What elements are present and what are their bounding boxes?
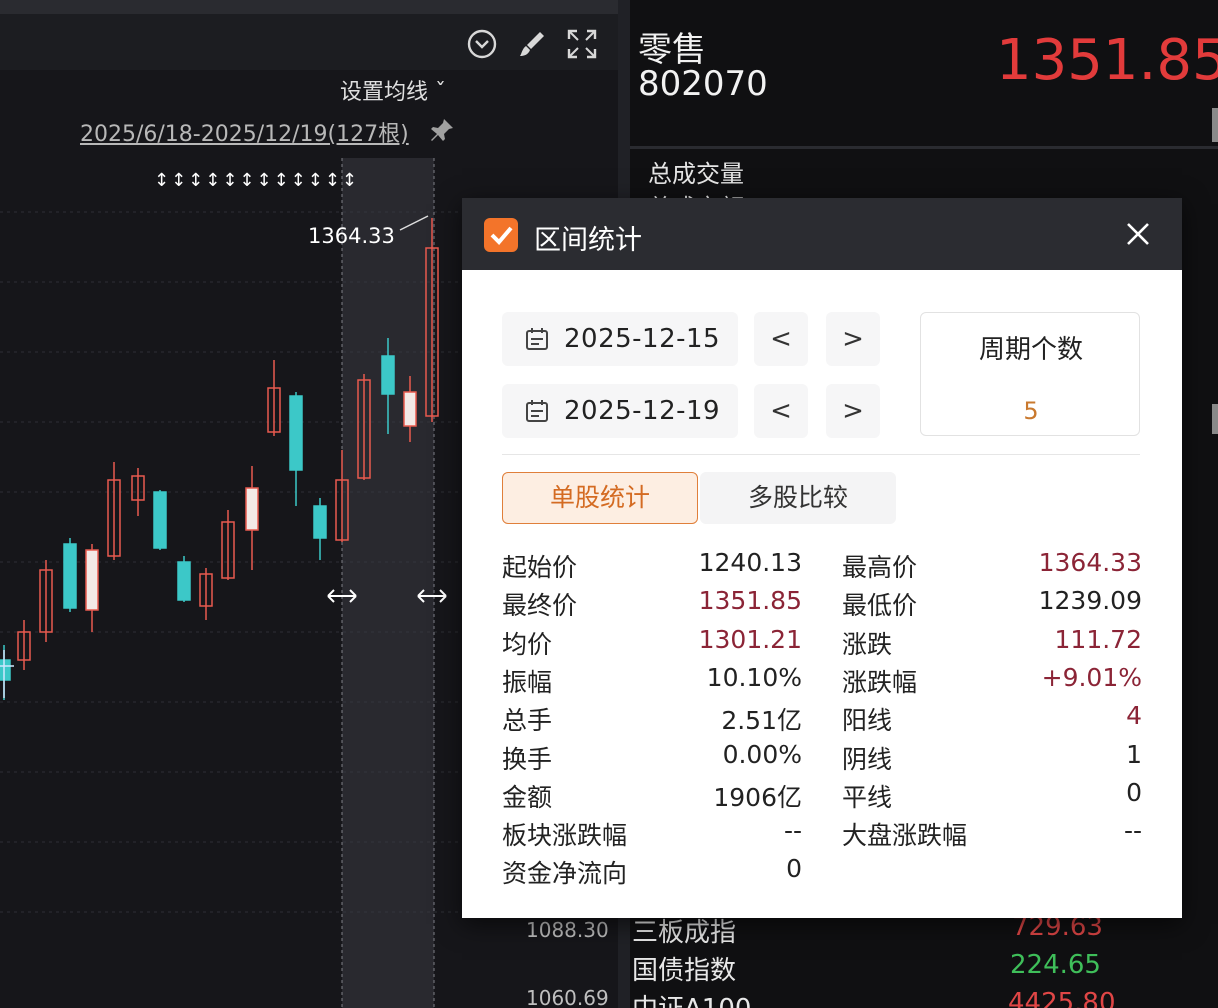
stat-value: 1301.21 <box>698 624 802 654</box>
dropdown-circle-icon[interactable] <box>466 28 498 60</box>
stat-label: 均价 <box>502 629 553 659</box>
brush-icon[interactable] <box>516 28 548 60</box>
peak-price-label: 1364.33 <box>308 224 395 248</box>
stat-label: 起始价 <box>502 553 578 582</box>
tab-single-stock[interactable]: 单股统计 <box>502 472 698 524</box>
stat-value: 111.72 <box>1054 624 1142 654</box>
start-date-next-button[interactable]: > <box>826 312 880 366</box>
stat-value: 0 <box>786 854 802 884</box>
candle-body <box>63 543 77 609</box>
stat-label: 资金净流向 <box>502 859 628 889</box>
divider <box>502 454 1140 455</box>
stat-label: 平线 <box>842 782 893 812</box>
top-strip <box>0 0 618 14</box>
candle-body <box>381 355 395 395</box>
stat-label: 涨跌 <box>842 629 893 659</box>
period-count-value: 5 <box>1023 397 1039 425</box>
stat-label: 金额 <box>502 782 553 812</box>
stat-label: 换手 <box>502 744 553 774</box>
stat-value: -- <box>783 816 802 846</box>
candle-body <box>403 391 417 427</box>
index-value: 4425.80 <box>1008 988 1116 1008</box>
calendar-icon <box>526 400 548 422</box>
stat-value: 1240.13 <box>698 548 802 577</box>
stat-value: 0 <box>1126 777 1142 807</box>
fullscreen-icon[interactable] <box>566 28 598 60</box>
index-value: 224.65 <box>1010 950 1101 980</box>
dialog-header[interactable]: 区间统计 <box>462 198 1182 270</box>
period-count-label: 周期个数 <box>978 335 1083 365</box>
price-level-label: 1060.69 <box>526 986 609 1008</box>
index-name[interactable]: 国债指数 <box>632 950 736 987</box>
candle-body <box>0 659 11 681</box>
selection-band <box>342 158 434 1008</box>
end-date-picker[interactable]: 2025-12-19 <box>502 384 738 438</box>
ma-setting-dropdown[interactable]: 设置均线 ˇ <box>340 74 446 106</box>
stat-value: 0.00% <box>722 739 802 769</box>
stock-price: 1351.85 <box>996 28 1218 93</box>
stat-label: 板块涨跌幅 <box>502 821 628 851</box>
end-date-text: 2025-12-19 <box>564 396 721 426</box>
stat-value: 1 <box>1126 739 1142 769</box>
stat-value: +9.01% <box>1041 662 1142 692</box>
stat-value: -- <box>1123 816 1142 846</box>
start-date-picker[interactable]: 2025-12-15 <box>502 312 738 366</box>
stat-label: 阳线 <box>842 706 893 736</box>
close-icon[interactable] <box>1122 218 1154 250</box>
tab-multi-stock[interactable]: 多股比较 <box>700 472 896 524</box>
stat-value: 1364.33 <box>1038 548 1142 577</box>
price-level-label: 1088.30 <box>526 918 609 942</box>
stat-value: 10.10% <box>706 662 802 692</box>
candle-body <box>289 395 303 471</box>
stock-code: 802070 <box>638 64 768 104</box>
chart-toolbar <box>0 14 618 70</box>
stat-value: 1906亿 <box>713 782 802 812</box>
start-date-text: 2025-12-15 <box>564 324 721 354</box>
dialog-title: 区间统计 <box>534 225 642 256</box>
stat-label: 最高价 <box>842 553 918 582</box>
range-markers: ↕↕↕↕↕↕↕↕↕↕↕↕ <box>154 170 359 191</box>
stat-label: 最终价 <box>502 591 578 621</box>
stat-label: 总手 <box>502 706 553 736</box>
stat-label: 最低价 <box>842 591 918 621</box>
pin-icon[interactable] <box>428 116 456 144</box>
range-stats-dialog: 区间统计 2025-12-15 < > 2025-12-19 < > 周期个数 … <box>462 198 1182 918</box>
stat-label: 振幅 <box>502 667 553 697</box>
stat-value: 2.51亿 <box>721 706 802 736</box>
candle-body <box>85 549 99 611</box>
candle-body <box>245 487 259 531</box>
period-count-box: 周期个数 5 <box>920 312 1140 436</box>
total-volume-label: 总成交量 <box>648 160 744 188</box>
checkbox-icon <box>484 218 518 252</box>
stat-value: 1351.85 <box>698 586 802 616</box>
calendar-icon <box>526 328 548 350</box>
stat-value: 1239.09 <box>1038 586 1142 616</box>
candle-body <box>153 491 167 549</box>
stat-value: 4 <box>1126 701 1142 731</box>
start-date-prev-button[interactable]: < <box>754 312 808 366</box>
candle-body <box>177 561 191 601</box>
end-date-prev-button[interactable]: < <box>754 384 808 438</box>
scrollbar[interactable] <box>1212 404 1218 434</box>
chart-date-range[interactable]: 2025/6/18-2025/12/19(127根) <box>80 116 409 148</box>
stat-label: 涨跌幅 <box>842 667 918 697</box>
stat-label: 大盘涨跌幅 <box>842 821 968 851</box>
divider <box>630 146 1218 149</box>
end-date-next-button[interactable]: > <box>826 384 880 438</box>
candle-body <box>313 505 327 539</box>
index-name[interactable]: 中证A100 <box>632 988 751 1008</box>
stat-label: 阴线 <box>842 744 893 774</box>
scrollbar[interactable] <box>1212 108 1218 142</box>
